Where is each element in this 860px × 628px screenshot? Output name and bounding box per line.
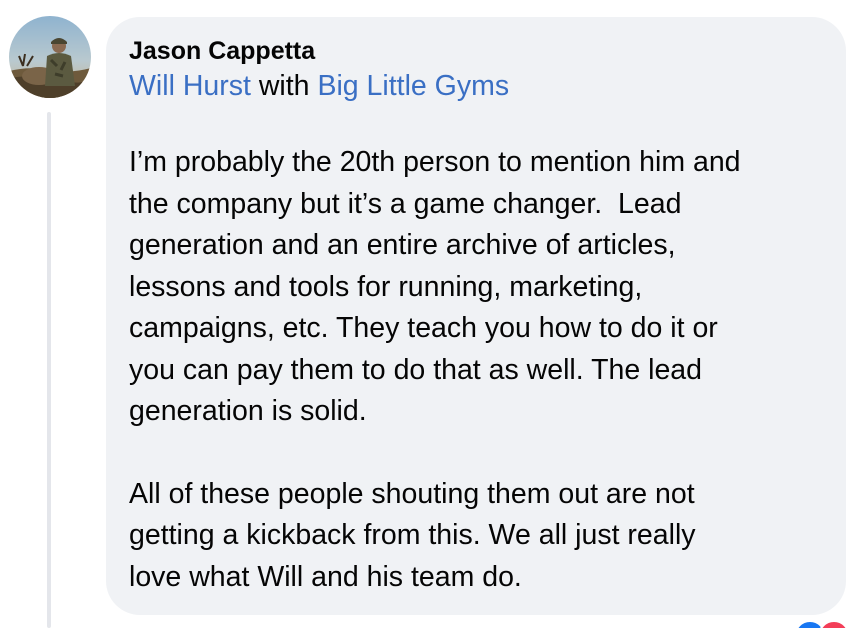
- comment-paragraph-2: All of these people shouting them out ar…: [129, 474, 826, 599]
- comment-thread: Jason Cappetta Will Hurst with Big Littl…: [0, 0, 860, 628]
- comment-line: generation and an entire archive of arti…: [129, 229, 676, 261]
- comment-paragraph-1: I’m probably the 20th person to mention …: [129, 142, 826, 433]
- comment-line: the company but it’s a game changer. Lea…: [129, 187, 682, 220]
- tag-line: Will Hurst with Big Little Gyms: [129, 67, 826, 105]
- comment-line: you can pay them to do that as well. The…: [129, 353, 702, 386]
- comment-line: getting a kickback from this. We all jus…: [129, 519, 696, 551]
- comment-line: All of these people shouting them out ar…: [129, 477, 695, 510]
- comment-line: love what Will and his team do.: [129, 560, 522, 593]
- thread-line: [47, 112, 51, 628]
- comment-line: campaigns, etc. They teach you how to do…: [129, 312, 718, 344]
- comment-line: lessons and tools for running, marketing…: [129, 270, 643, 303]
- reaction-badges[interactable]: [790, 620, 860, 628]
- tagged-page-link[interactable]: Big Little Gyms: [317, 70, 509, 102]
- avatar[interactable]: [9, 16, 91, 98]
- tagged-person-link[interactable]: Will Hurst: [129, 70, 251, 102]
- comment-line: generation is solid.: [129, 395, 367, 427]
- comment-author[interactable]: Jason Cappetta: [129, 35, 826, 67]
- comment-line: I’m probably the 20th person to mention …: [129, 146, 741, 178]
- profile-photo-icon: [9, 16, 91, 98]
- comment-bubble: Jason Cappetta Will Hurst with Big Littl…: [106, 17, 846, 615]
- tag-connector: with: [250, 70, 318, 102]
- love-reaction-icon: [818, 620, 850, 628]
